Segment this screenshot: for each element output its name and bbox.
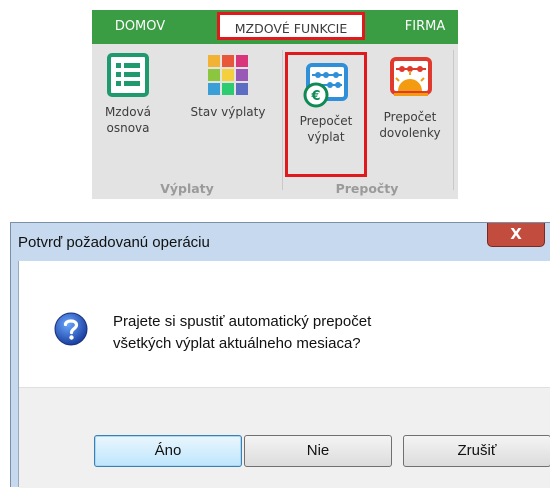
dialog-button-bar: Áno Nie Zrušiť: [19, 387, 550, 488]
prepocet-vyplat-button[interactable]: € Prepočet výplat: [285, 52, 367, 177]
ribbon-tab-bar: DOMOV MZDOVÉ FUNKCIE FIRMA: [92, 10, 458, 44]
group-separator: [453, 50, 454, 190]
mzdova-osnova-label: Mzdová osnova: [104, 105, 152, 135]
close-button[interactable]: X: [487, 223, 545, 247]
yes-button[interactable]: Áno: [94, 435, 242, 467]
svg-text:€: €: [310, 89, 320, 104]
no-button[interactable]: Nie: [244, 435, 392, 467]
mzdova-osnova-button[interactable]: Mzdová osnova: [94, 52, 162, 136]
ribbon: DOMOV MZDOVÉ FUNKCIE FIRMA Mzdová osnova: [92, 10, 458, 199]
prepocet-dovolenky-button[interactable]: Prepočet dovolenky: [369, 52, 451, 141]
tab-domov[interactable]: DOMOV: [92, 10, 188, 44]
confirm-dialog: Potvrď požadovanú operáciu X Prajete si …: [10, 222, 550, 488]
group-separator: [282, 50, 283, 190]
group-label-vyplaty: Výplaty: [160, 181, 214, 196]
close-icon: X: [510, 225, 522, 243]
dialog-title: Potvrď požadovanú operáciu: [18, 234, 210, 251]
question-icon: [54, 312, 88, 346]
abacus-euro-icon: €: [303, 63, 348, 108]
colored-tiles-icon: [208, 55, 248, 95]
list-icon: [107, 53, 149, 97]
stav-vyplaty-label: Stav výplaty: [190, 105, 266, 119]
dialog-message: Prajete si spustiť automatický prepočet …: [113, 313, 372, 352]
tab-firma[interactable]: FIRMA: [392, 10, 458, 44]
message-area: Prajete si spustiť automatický prepočet …: [19, 261, 550, 387]
group-label-prepocty: Prepočty: [335, 181, 399, 196]
cancel-button[interactable]: Zrušiť: [403, 435, 550, 467]
stav-vyplaty-button[interactable]: Stav výplaty: [174, 52, 282, 120]
abacus-sun-icon: [390, 57, 432, 96]
prepocet-vyplat-label: Prepočet výplat: [299, 114, 353, 144]
dialog-body: Prajete si spustiť automatický prepočet …: [18, 261, 550, 488]
tab-mzdove-funkcie[interactable]: MZDOVÉ FUNKCIE: [217, 12, 365, 40]
prepocet-dovolenky-label: Prepočet dovolenky: [379, 110, 441, 140]
